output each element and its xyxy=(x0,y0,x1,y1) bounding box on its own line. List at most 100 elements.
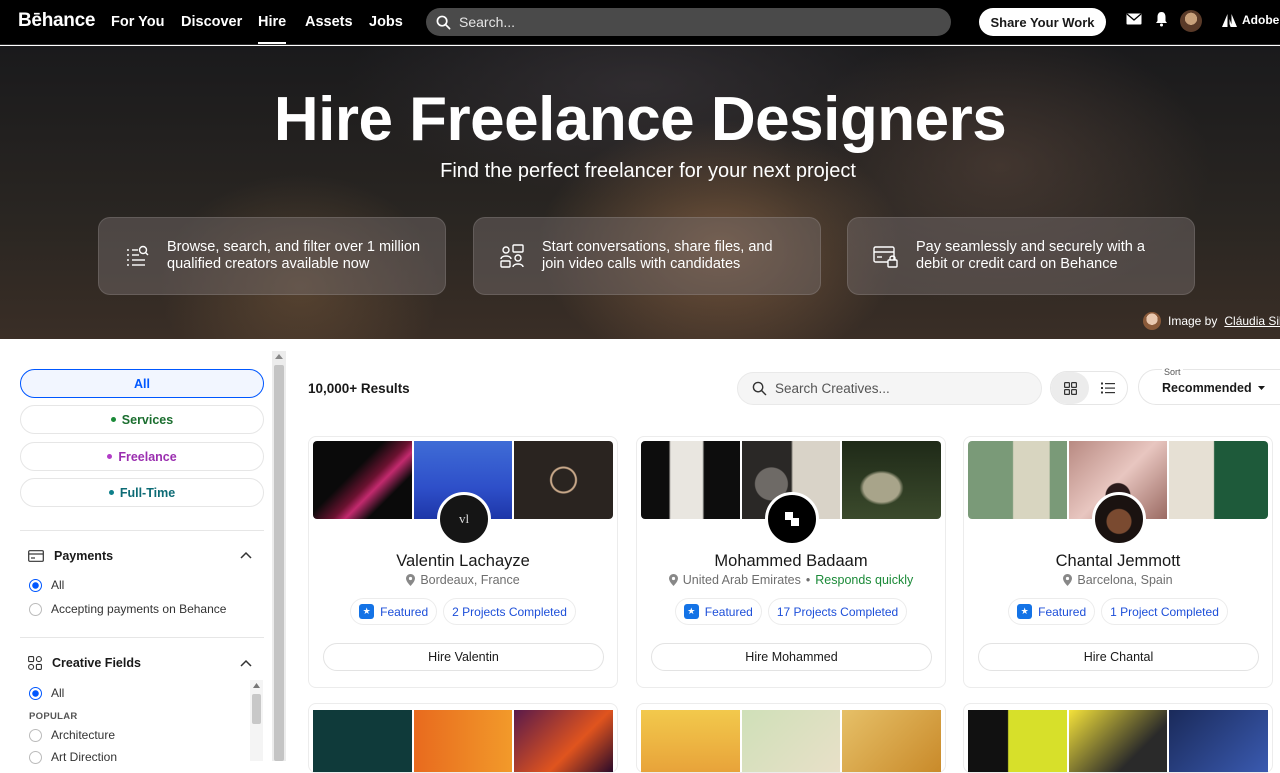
star-icon: ★ xyxy=(359,604,375,619)
full-time-dot-icon xyxy=(108,490,114,495)
grid-icon xyxy=(1063,381,1077,395)
creative-fields-scrollbar[interactable] xyxy=(250,680,263,761)
creative-fields-section-header[interactable]: Creative Fields xyxy=(28,656,141,670)
sort-dropdown[interactable]: Sort Recommended xyxy=(1138,367,1280,405)
bell-icon[interactable] xyxy=(1155,11,1168,32)
type-pill-services[interactable]: Services xyxy=(20,405,264,434)
global-search[interactable] xyxy=(426,8,951,36)
project-thumbnail[interactable] xyxy=(968,710,1067,772)
share-your-work-button[interactable]: Share Your Work xyxy=(979,8,1106,36)
chevron-up-icon[interactable] xyxy=(240,659,252,667)
project-thumbnail[interactable] xyxy=(514,441,614,519)
radio-icon xyxy=(29,728,42,742)
creative-card[interactable]: vl Valentin Lachayze Bordeaux, France ★ F… xyxy=(308,436,618,688)
creative-card[interactable] xyxy=(963,703,1273,773)
scroll-thumb[interactable] xyxy=(252,694,261,724)
project-thumbnail[interactable] xyxy=(1068,710,1168,772)
top-nav: Bēhance For You Discover Hire Assets Job… xyxy=(0,0,1280,45)
feature-browse: Browse, search, and filter over 1 millio… xyxy=(98,217,446,295)
nav-discover[interactable]: Discover xyxy=(181,14,242,30)
projects-completed-badge: 17 Projects Completed xyxy=(767,598,908,625)
creative-card[interactable] xyxy=(636,703,946,773)
filter-sidebar: All Services Freelance Full-Time Payment… xyxy=(0,339,286,764)
location-pin-icon xyxy=(1063,574,1073,586)
hire-button[interactable]: Hire Chantal xyxy=(978,643,1259,671)
project-thumbnail[interactable] xyxy=(413,710,513,772)
scroll-up-arrow-icon[interactable] xyxy=(275,354,283,359)
creator-avatar[interactable] xyxy=(1092,492,1146,546)
scroll-up-arrow-icon[interactable] xyxy=(253,683,260,688)
adobe-link[interactable]: Adobe xyxy=(1222,13,1279,27)
project-thumbnail[interactable] xyxy=(1169,710,1269,772)
project-thumbnails[interactable] xyxy=(313,710,614,772)
view-toggle xyxy=(1050,371,1128,405)
projects-completed-badge: 1 Project Completed xyxy=(1101,598,1228,625)
adobe-logo-icon xyxy=(1222,13,1237,27)
project-thumbnail[interactable] xyxy=(641,441,740,519)
project-thumbnail[interactable] xyxy=(968,441,1067,519)
creative-card[interactable]: Chantal Jemmott Barcelona, Spain ★ Featur… xyxy=(963,436,1273,688)
project-thumbnail[interactable] xyxy=(842,441,942,519)
radio-selected-icon xyxy=(29,686,42,700)
global-search-input[interactable] xyxy=(459,14,939,30)
hire-button[interactable]: Hire Valentin xyxy=(323,643,604,671)
creator-name[interactable]: Chantal Jemmott xyxy=(964,552,1272,571)
project-thumbnails[interactable] xyxy=(968,710,1269,772)
creative-card[interactable] xyxy=(308,703,618,773)
payments-option-all[interactable]: All xyxy=(29,578,64,592)
creatives-search[interactable] xyxy=(737,372,1042,405)
hero-banner: Hire Freelance Designers Find the perfec… xyxy=(0,46,1280,339)
hire-button[interactable]: Hire Mohammed xyxy=(651,643,932,671)
type-pill-full-time[interactable]: Full-Time xyxy=(20,478,264,507)
creator-name[interactable]: Valentin Lachayze xyxy=(309,552,617,571)
chevron-up-icon[interactable] xyxy=(240,551,252,559)
grid-view-button[interactable] xyxy=(1051,372,1089,404)
credit-link[interactable]: Cláudia Silva xyxy=(1224,314,1280,328)
behance-logo[interactable]: Bēhance xyxy=(18,10,95,32)
creative-field-architecture[interactable]: Architecture xyxy=(29,728,115,742)
project-thumbnail[interactable] xyxy=(1169,441,1269,519)
payments-section-header[interactable]: Payments xyxy=(28,549,113,563)
search-icon xyxy=(436,15,451,29)
payments-option-accepting[interactable]: Accepting payments on Behance xyxy=(29,602,226,616)
project-thumbnail[interactable] xyxy=(741,710,841,772)
sidebar-scrollbar[interactable] xyxy=(272,351,286,761)
scroll-thumb[interactable] xyxy=(274,365,284,761)
list-icon xyxy=(1101,382,1115,394)
project-thumbnail[interactable] xyxy=(313,710,412,772)
project-thumbnail[interactable] xyxy=(842,710,942,772)
creative-card[interactable]: Mohammed Badaam United Arab Emirates • R… xyxy=(636,436,946,688)
creator-name[interactable]: Mohammed Badaam xyxy=(637,552,945,571)
creator-location: Barcelona, Spain xyxy=(964,573,1272,587)
project-thumbnail[interactable] xyxy=(514,710,614,772)
radio-icon xyxy=(29,750,42,764)
project-thumbnail[interactable] xyxy=(641,710,740,772)
radio-selected-icon xyxy=(29,578,42,592)
caret-down-icon xyxy=(1257,386,1265,390)
list-view-button[interactable] xyxy=(1089,372,1127,404)
nav-for-you[interactable]: For You xyxy=(111,14,164,30)
project-thumbnails[interactable] xyxy=(641,710,942,772)
creator-avatar[interactable]: vl xyxy=(437,492,491,546)
nav-jobs[interactable]: Jobs xyxy=(369,14,403,30)
search-list-icon xyxy=(127,245,149,266)
creator-avatar[interactable] xyxy=(765,492,819,546)
creator-location: Bordeaux, France xyxy=(309,573,617,587)
type-pill-all[interactable]: All xyxy=(20,369,264,398)
responds-quickly: Responds quickly xyxy=(815,573,914,587)
services-dot-icon xyxy=(110,417,116,422)
freelance-dot-icon xyxy=(107,454,113,459)
creative-field-art-direction[interactable]: Art Direction xyxy=(29,750,117,764)
card-icon xyxy=(28,550,44,562)
project-thumbnail[interactable] xyxy=(313,441,412,519)
user-avatar[interactable] xyxy=(1180,10,1202,32)
feature-conversations: Start conversations, share files, and joi… xyxy=(473,217,821,295)
nav-hire[interactable]: Hire xyxy=(258,14,287,44)
mail-icon[interactable] xyxy=(1126,12,1142,31)
creatives-search-input[interactable] xyxy=(775,381,1025,396)
creative-field-all[interactable]: All xyxy=(29,686,64,700)
projects-completed-badge: 2 Projects Completed xyxy=(443,598,576,625)
search-icon xyxy=(752,381,767,396)
nav-assets[interactable]: Assets xyxy=(305,14,353,30)
type-pill-freelance[interactable]: Freelance xyxy=(20,442,264,471)
